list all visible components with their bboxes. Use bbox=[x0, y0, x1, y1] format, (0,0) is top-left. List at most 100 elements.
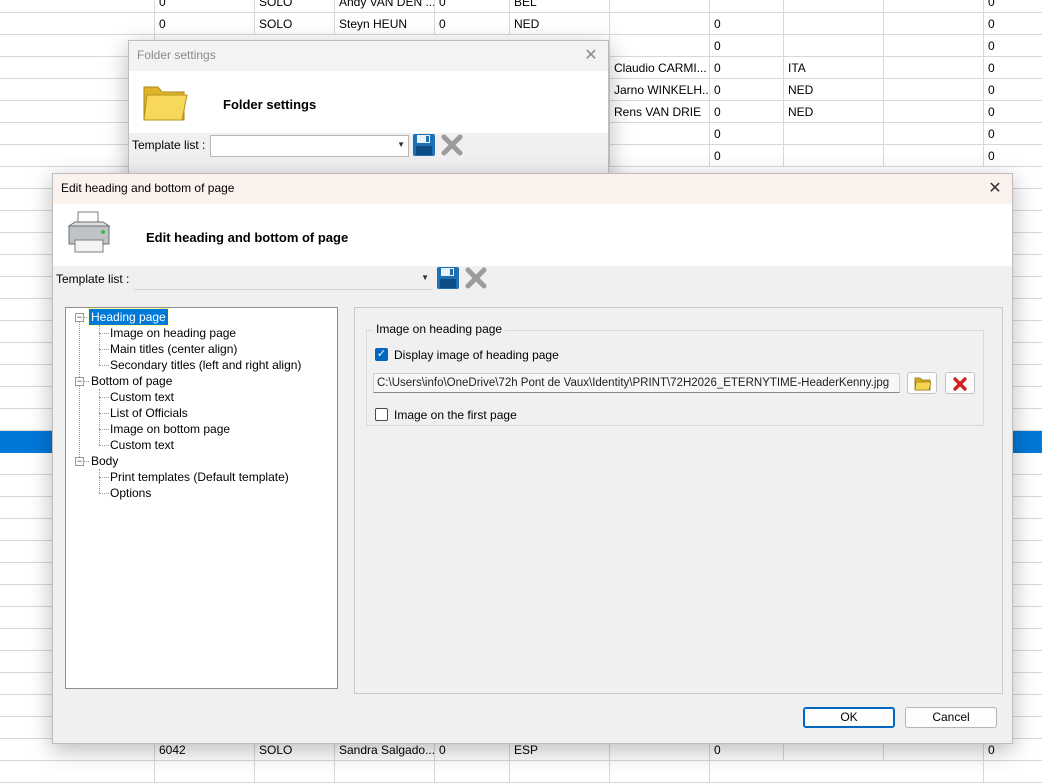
cell-number bbox=[434, 761, 509, 783]
cell-last: 0 bbox=[983, 13, 1042, 35]
tree-item-print-templates[interactable]: Print templates (Default template) bbox=[108, 469, 291, 485]
tree-connector bbox=[79, 321, 80, 465]
cell-last: 0 bbox=[983, 123, 1042, 145]
red-x-icon bbox=[953, 377, 967, 391]
cell-name2 bbox=[609, 13, 709, 35]
tree-item-list-of-officials[interactable]: List of Officials bbox=[108, 405, 190, 421]
browse-button[interactable] bbox=[907, 372, 937, 394]
template-list-combo[interactable]: ▼ bbox=[210, 135, 409, 157]
tree-item-secondary-titles[interactable]: Secondary titles (left and right align) bbox=[108, 357, 303, 373]
group-label: Image on heading page bbox=[373, 322, 506, 336]
cell-nat2: ITA bbox=[783, 57, 883, 79]
table-row[interactable] bbox=[0, 761, 1042, 783]
cell-nat2 bbox=[783, 145, 883, 167]
cell-value: 0 bbox=[709, 123, 783, 145]
cell-value: 0 bbox=[709, 35, 783, 57]
delete-x-icon[interactable] bbox=[464, 266, 488, 290]
tree-item-image-on-heading-page[interactable]: Image on heading page bbox=[108, 325, 238, 341]
cell-value: 0 bbox=[709, 79, 783, 101]
cell-empty bbox=[883, 145, 983, 167]
template-list-label: Template list : bbox=[56, 272, 130, 286]
first-page-checkbox[interactable] bbox=[375, 408, 388, 421]
edit-dialog-header-title: Edit heading and bottom of page bbox=[146, 230, 349, 245]
tree-item-custom-text[interactable]: Custom text bbox=[108, 437, 176, 453]
table-row[interactable]: 0 SOLO Andy VAN DEN ... 0 BEL 0 bbox=[0, 0, 1042, 13]
cell-name2 bbox=[609, 123, 709, 145]
cell-name2 bbox=[609, 35, 709, 57]
cell-bib: 0 bbox=[154, 0, 254, 13]
edit-dialog-titlebar[interactable]: Edit heading and bottom of page ✕ bbox=[53, 174, 1012, 204]
remove-image-button[interactable] bbox=[945, 372, 975, 394]
cancel-button[interactable]: Cancel bbox=[905, 707, 997, 728]
collapse-icon[interactable]: − bbox=[75, 457, 84, 466]
cell-bib: 0 bbox=[154, 13, 254, 35]
cell-type: SOLO bbox=[254, 13, 334, 35]
folder-dialog-titlebar[interactable]: Folder settings ✕ bbox=[129, 41, 608, 71]
tree-item-body[interactable]: Body bbox=[89, 453, 120, 469]
image-path-field[interactable]: C:\Users\info\OneDrive\72h Pont de Vaux\… bbox=[373, 373, 900, 393]
cell-nat2 bbox=[783, 35, 883, 57]
tree-item-custom-text[interactable]: Custom text bbox=[108, 389, 176, 405]
tree-item-options[interactable]: Options bbox=[108, 485, 153, 501]
cell-name2 bbox=[609, 0, 709, 13]
cell-empty bbox=[883, 0, 983, 13]
cell-empty bbox=[883, 123, 983, 145]
template-list-label: Template list : bbox=[132, 138, 206, 152]
cell-last: 0 bbox=[983, 35, 1042, 57]
first-page-label[interactable]: Image on the first page bbox=[394, 408, 517, 422]
cell-last: 0 bbox=[983, 101, 1042, 123]
settings-tree[interactable]: − Heading page Image on heading page Mai… bbox=[65, 307, 338, 689]
cell-value: 0 bbox=[709, 101, 783, 123]
tree-item-bottom-of-page[interactable]: Bottom of page bbox=[89, 373, 174, 389]
folder-dialog-header-title: Folder settings bbox=[223, 97, 317, 112]
cell-name2: Rens VAN DRIE bbox=[609, 101, 709, 123]
tree-item-heading-page[interactable]: Heading page bbox=[88, 308, 169, 326]
cell-name2 bbox=[609, 145, 709, 167]
tree-item-main-titles[interactable]: Main titles (center align) bbox=[108, 341, 239, 357]
cell-name: Andy VAN DEN ... bbox=[334, 0, 434, 13]
cell-number: 0 bbox=[434, 13, 509, 35]
collapse-icon[interactable]: − bbox=[75, 377, 84, 386]
display-image-label[interactable]: Display image of heading page bbox=[394, 348, 559, 362]
cell-nat: BEL bbox=[509, 0, 609, 13]
cell-number: 0 bbox=[434, 0, 509, 13]
cell-name2: Claudio CARMI... bbox=[609, 57, 709, 79]
cell-type: SOLO bbox=[254, 0, 334, 13]
edit-dialog-header: Edit heading and bottom of page bbox=[53, 204, 1012, 266]
cell-value bbox=[709, 761, 783, 783]
close-icon[interactable]: ✕ bbox=[984, 178, 1006, 200]
cell-name2 bbox=[609, 761, 709, 783]
folder-dialog-header: Folder settings bbox=[129, 71, 608, 133]
cell-value bbox=[709, 0, 783, 13]
cell-empty bbox=[883, 101, 983, 123]
delete-x-icon[interactable] bbox=[440, 133, 464, 157]
settings-panel: Image on heading page ✓ Display image of… bbox=[354, 307, 1003, 694]
cell-type bbox=[254, 761, 334, 783]
close-icon[interactable]: ✕ bbox=[580, 45, 602, 67]
table-row[interactable]: 0 SOLO Steyn HEUN 0 NED 0 0 bbox=[0, 13, 1042, 35]
collapse-icon[interactable]: − bbox=[75, 313, 84, 322]
display-image-checkbox[interactable]: ✓ bbox=[375, 348, 388, 361]
floppy-disk-icon[interactable] bbox=[412, 133, 436, 157]
cell-empty bbox=[883, 57, 983, 79]
cell-nat bbox=[509, 761, 609, 783]
template-list-combo[interactable]: ▼ bbox=[133, 268, 433, 290]
tree-item-image-on-bottom-page[interactable]: Image on bottom page bbox=[108, 421, 232, 437]
edit-heading-dialog: Edit heading and bottom of page ✕ Edit h… bbox=[52, 173, 1013, 744]
cell-value: 0 bbox=[709, 145, 783, 167]
cell-name: Steyn HEUN bbox=[334, 13, 434, 35]
cell-nat: NED bbox=[509, 13, 609, 35]
cell-value: 0 bbox=[709, 57, 783, 79]
cell-last: 0 bbox=[983, 57, 1042, 79]
cell-nat2 bbox=[783, 13, 883, 35]
cell-empty bbox=[883, 79, 983, 101]
tree-connector bbox=[99, 469, 100, 493]
floppy-disk-icon[interactable] bbox=[436, 266, 460, 290]
cell-empty bbox=[883, 35, 983, 57]
cell-last bbox=[983, 761, 1042, 783]
edit-dialog-title: Edit heading and bottom of page bbox=[61, 181, 235, 195]
folder-dialog-title: Folder settings bbox=[137, 48, 216, 62]
cell-nat2: NED bbox=[783, 101, 883, 123]
ok-button[interactable]: OK bbox=[803, 707, 895, 728]
folder-settings-dialog: Folder settings ✕ Folder settings Templa… bbox=[128, 40, 609, 190]
